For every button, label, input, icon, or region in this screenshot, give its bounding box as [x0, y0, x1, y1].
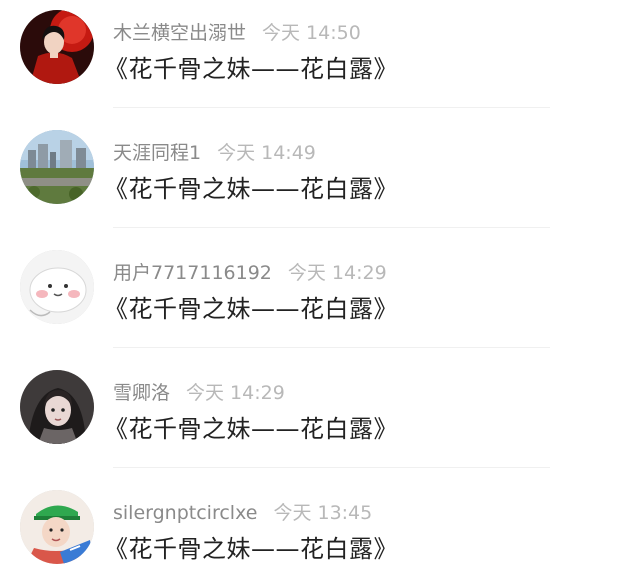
user-avatar[interactable]	[20, 130, 94, 204]
user-avatar-red-dress-icon	[20, 10, 94, 84]
divider	[113, 107, 550, 108]
user-avatar-cartoon-blob-icon	[20, 250, 94, 324]
comment-item: silergnptcirclxe 今天 13:45 《花千骨之妹——花白露》	[0, 480, 640, 584]
user-avatar-green-cap-icon	[20, 490, 94, 564]
username[interactable]: 天涯同程1	[113, 142, 201, 164]
comment-meta: silergnptcirclxe 今天 13:45	[113, 500, 372, 526]
username[interactable]: 用户7717116192	[113, 262, 272, 284]
comment-text: 《花千骨之妹——花白露》	[104, 535, 398, 563]
comment-item: 用户7717116192 今天 14:29 《花千骨之妹——花白露》	[0, 240, 640, 360]
comment-text: 《花千骨之妹——花白露》	[104, 415, 398, 443]
comment-meta: 木兰横空出溺世 今天 14:50	[113, 20, 361, 46]
comment-meta: 天涯同程1 今天 14:49	[113, 140, 316, 166]
comment-text: 《花千骨之妹——花白露》	[104, 295, 398, 323]
divider	[113, 347, 550, 348]
comment-text: 《花千骨之妹——花白露》	[104, 55, 398, 83]
comment-list: 木兰横空出溺世 今天 14:50 《花千骨之妹——花白露》 天涯同程1 今天 14:…	[0, 0, 640, 584]
user-avatar-city-skyline-icon	[20, 130, 94, 204]
timestamp: 今天 14:29	[287, 262, 387, 284]
user-avatar[interactable]	[20, 10, 94, 84]
user-avatar[interactable]	[20, 370, 94, 444]
divider	[113, 227, 550, 228]
comment-text: 《花千骨之妹——花白露》	[104, 175, 398, 203]
username[interactable]: 木兰横空出溺世	[113, 22, 246, 44]
comment-meta: 用户7717116192 今天 14:29	[113, 260, 387, 286]
timestamp: 今天 14:49	[217, 142, 316, 164]
timestamp: 今天 13:45	[273, 502, 373, 524]
comment-meta: 雪卿洛 今天 14:29	[113, 380, 285, 406]
username[interactable]: 雪卿洛	[113, 382, 170, 404]
username[interactable]: silergnptcirclxe	[113, 502, 257, 524]
divider	[113, 467, 550, 468]
timestamp: 今天 14:29	[186, 382, 285, 404]
comment-item: 雪卿洛 今天 14:29 《花千骨之妹——花白露》	[0, 360, 640, 480]
user-avatar[interactable]	[20, 250, 94, 324]
comment-item: 天涯同程1 今天 14:49 《花千骨之妹——花白露》	[0, 120, 640, 240]
timestamp: 今天 14:50	[262, 22, 361, 44]
user-avatar[interactable]	[20, 490, 94, 564]
comment-item: 木兰横空出溺世 今天 14:50 《花千骨之妹——花白露》	[0, 0, 640, 120]
user-avatar-dark-portrait-icon	[20, 370, 94, 444]
